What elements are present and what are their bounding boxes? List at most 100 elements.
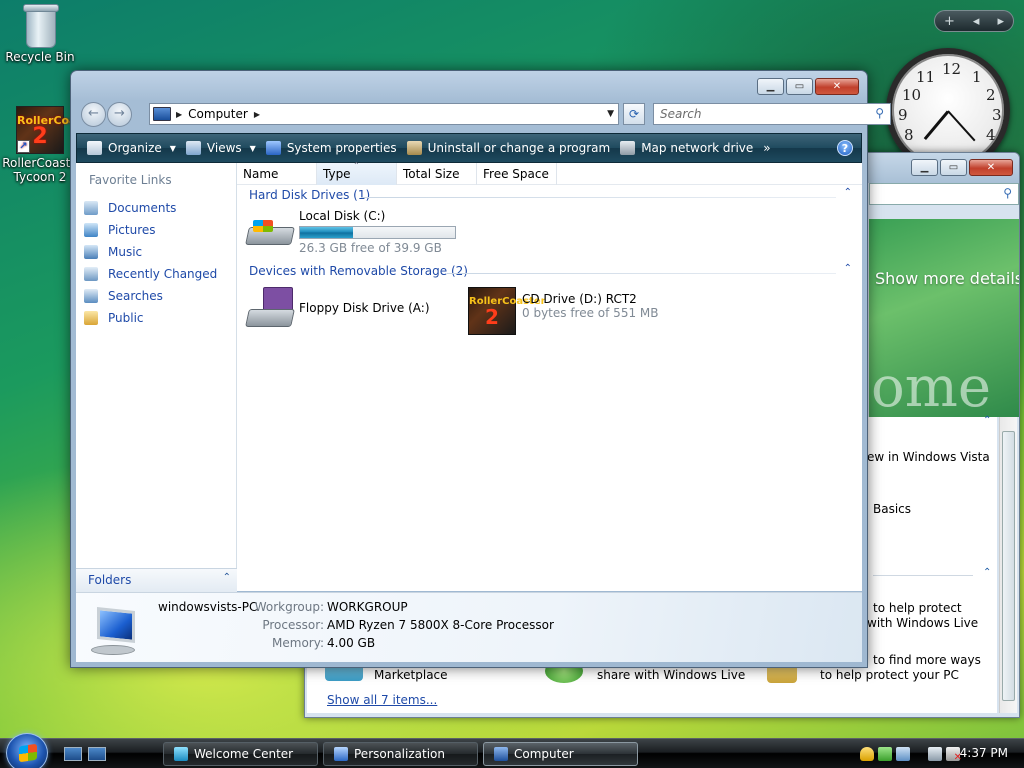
help-icon[interactable]: ? bbox=[837, 140, 853, 156]
refresh-button[interactable]: ⟳ bbox=[623, 103, 645, 125]
show-desktop-icon[interactable] bbox=[64, 747, 82, 761]
show-all-items-link[interactable]: Show all 7 items... bbox=[327, 693, 437, 707]
system-properties-icon bbox=[265, 141, 281, 155]
show-more-details-link[interactable]: Show more details bbox=[875, 269, 1019, 288]
forward-button[interactable]: → bbox=[107, 102, 132, 127]
sidebar-prev-button[interactable]: ◂ bbox=[973, 14, 980, 29]
network-icon[interactable] bbox=[928, 747, 942, 761]
welcome-item-text[interactable]: to help protect your PC bbox=[820, 668, 959, 682]
computer-window[interactable]: ▁ ▭ ✕ ← → ▶ Computer ▶ ▼ ⟳ Search ⚲ Orga… bbox=[70, 70, 891, 668]
welcome-item-text[interactable]: ew in Windows Vista bbox=[867, 450, 990, 464]
clock-hour-hand bbox=[923, 110, 950, 141]
welcome-center-caption-buttons: ▁ ▭ ✕ bbox=[911, 159, 1013, 176]
collapse-icon[interactable]: ⌃ bbox=[844, 263, 852, 274]
nav-item-pictures[interactable]: Pictures bbox=[76, 219, 236, 241]
add-gadget-button[interactable]: + bbox=[944, 14, 955, 29]
uninstall-program-button[interactable]: Uninstall or change a program bbox=[406, 141, 611, 155]
views-icon bbox=[185, 141, 201, 155]
nav-item-public[interactable]: Public bbox=[76, 307, 236, 329]
uninstall-label: Uninstall or change a program bbox=[427, 141, 611, 155]
drive-name: CD Drive (D:) RCT2 bbox=[522, 292, 637, 306]
folders-toggle[interactable]: Folders ⌃ bbox=[76, 568, 237, 592]
welcome-scrollbar[interactable] bbox=[999, 417, 1017, 713]
minimize-button[interactable]: ▁ bbox=[757, 78, 784, 95]
sidebar-next-button[interactable]: ▸ bbox=[997, 14, 1004, 29]
more-commands-button[interactable]: » bbox=[763, 141, 770, 155]
collapse-icon[interactable]: ⌃ bbox=[844, 187, 852, 198]
column-type[interactable]: ⌃ Type bbox=[317, 161, 397, 185]
collapse-icon[interactable]: ⌃ bbox=[983, 567, 991, 578]
nav-item-searches[interactable]: Searches bbox=[76, 285, 236, 307]
maximize-button[interactable]: ▭ bbox=[786, 78, 813, 95]
nav-item-documents[interactable]: Documents bbox=[76, 197, 236, 219]
breadcrumb-arrow-icon[interactable]: ▶ bbox=[176, 110, 182, 119]
map-network-drive-button[interactable]: Map network drive bbox=[620, 141, 753, 155]
breadcrumb-arrow-icon[interactable]: ▶ bbox=[254, 110, 260, 119]
collapse-icon[interactable]: ⌃ bbox=[983, 415, 991, 426]
address-dropdown-icon[interactable]: ▼ bbox=[607, 109, 614, 119]
taskbar-button-personalization[interactable]: Personalization bbox=[323, 742, 478, 766]
welcome-search-input[interactable]: ⚲ bbox=[869, 183, 1019, 205]
recycle-bin-desktop-icon[interactable]: Recycle Bin bbox=[0, 2, 80, 64]
system-properties-button[interactable]: System properties bbox=[265, 141, 397, 155]
nav-item-label: Pictures bbox=[108, 223, 156, 237]
group-removable-storage[interactable]: Devices with Removable Storage (2) ⌃ bbox=[249, 263, 856, 282]
welcome-item-text[interactable]: Marketplace bbox=[374, 668, 448, 682]
organize-button[interactable]: Organize ▼ bbox=[87, 141, 176, 155]
maximize-button[interactable]: ▭ bbox=[940, 159, 967, 176]
group-hard-disk-drives[interactable]: Hard Disk Drives (1) ⌃ bbox=[249, 187, 856, 206]
nav-item-recently-changed[interactable]: Recently Changed bbox=[76, 263, 236, 285]
views-button[interactable]: Views ▼ bbox=[185, 141, 256, 155]
security-shield-icon[interactable] bbox=[860, 747, 874, 761]
welcome-item-text[interactable]: to find more ways bbox=[873, 653, 981, 667]
rollercoaster-tycoon-desktop-icon[interactable]: RollerCoaster 2 ↗ RollerCoaste Tycoon 2 bbox=[0, 106, 101, 184]
drive-floppy-a[interactable]: Floppy Disk Drive (A:) bbox=[245, 287, 430, 331]
welcome-item-text[interactable]: to help protect bbox=[873, 601, 962, 615]
details-pane: windowsvists-PC Workgroup: WORKGROUP Pro… bbox=[76, 592, 862, 662]
taskbar-button-computer[interactable]: Computer bbox=[483, 742, 638, 766]
volume-muted-icon[interactable]: ✕ bbox=[946, 747, 962, 763]
windows-logo-icon bbox=[19, 743, 37, 763]
welcome-item-text[interactable]: Basics bbox=[873, 502, 911, 516]
computer-icon bbox=[494, 747, 508, 761]
start-button[interactable] bbox=[6, 733, 48, 768]
computer-caption-buttons: ▁ ▭ ✕ bbox=[757, 78, 859, 95]
drive-local-disk-c[interactable]: Local Disk (C:) 26.3 GB free of 39.9 GB bbox=[245, 209, 456, 255]
nav-item-music[interactable]: Music bbox=[76, 241, 236, 263]
map-network-drive-label: Map network drive bbox=[641, 141, 754, 155]
clock-3: 3 bbox=[992, 106, 1002, 124]
column-free-space[interactable]: Free Space bbox=[477, 163, 557, 185]
drive-cd-d[interactable]: RollerCoaster 2 CD Drive (D:) RCT2 0 byte… bbox=[468, 287, 658, 335]
switch-windows-icon[interactable] bbox=[88, 747, 106, 761]
recycle-bin-icon bbox=[22, 2, 59, 48]
pictures-icon bbox=[84, 223, 98, 237]
search-icon[interactable]: ⚲ bbox=[875, 106, 884, 120]
welcome-item-text[interactable]: share with Windows Live bbox=[597, 668, 745, 682]
workgroup-label: Workgroup: bbox=[254, 600, 324, 614]
windows-defender-icon[interactable] bbox=[878, 747, 892, 761]
address-bar[interactable]: ▶ Computer ▶ ▼ bbox=[149, 103, 619, 125]
clock-11: 11 bbox=[916, 68, 936, 86]
breadcrumb-computer[interactable]: Computer bbox=[188, 107, 248, 121]
taskbar-button-label: Personalization bbox=[354, 747, 445, 761]
scrollbar-thumb[interactable] bbox=[1002, 431, 1015, 701]
welcome-item-text[interactable]: with Windows Live bbox=[867, 616, 978, 630]
search-input[interactable]: Search ⚲ bbox=[653, 103, 891, 125]
taskbar-button-label: Computer bbox=[514, 747, 574, 761]
taskbar-button-welcome-center[interactable]: Welcome Center bbox=[163, 742, 318, 766]
sidebar-tray-icon[interactable] bbox=[896, 747, 910, 761]
close-button[interactable]: ✕ bbox=[815, 78, 859, 95]
chevron-up-icon: ⌃ bbox=[222, 572, 231, 583]
shortcut-arrow-icon: ↗ bbox=[17, 140, 30, 153]
recently-changed-icon bbox=[84, 267, 98, 281]
back-button[interactable]: ← bbox=[81, 102, 106, 127]
minimize-button[interactable]: ▁ bbox=[911, 159, 938, 176]
drive-usage-bar bbox=[299, 226, 456, 239]
column-name[interactable]: Name bbox=[237, 163, 317, 185]
navigation-pane: Favorite Links Documents Pictures Music … bbox=[76, 163, 237, 591]
system-properties-label: System properties bbox=[286, 141, 397, 155]
close-button[interactable]: ✕ bbox=[969, 159, 1013, 176]
public-folder-icon bbox=[84, 311, 98, 325]
clock-time[interactable]: 4:37 PM bbox=[960, 746, 1008, 760]
column-total-size[interactable]: Total Size bbox=[397, 163, 477, 185]
